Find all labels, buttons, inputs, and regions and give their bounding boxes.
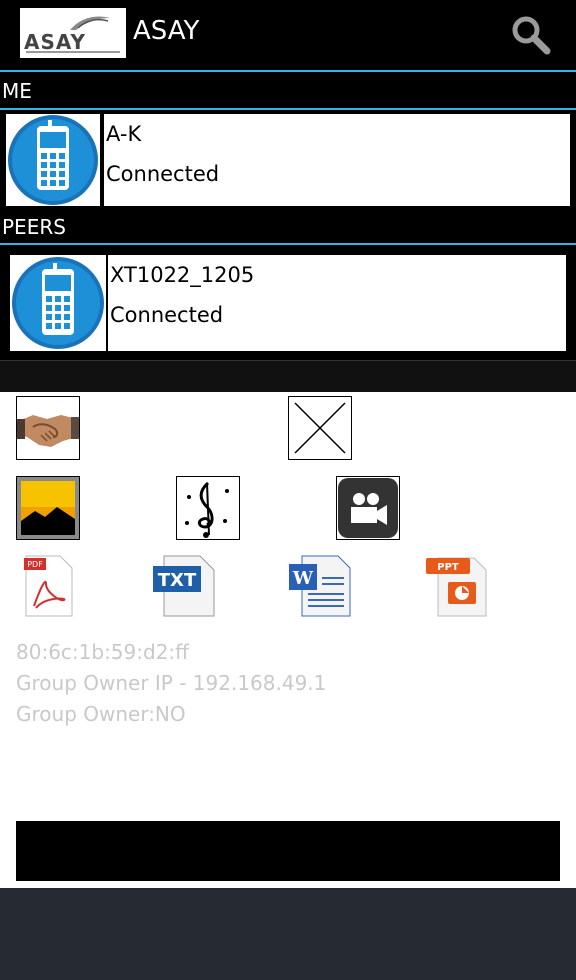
- svg-text:PDF: PDF: [27, 560, 43, 569]
- section-header-peers: PEERS: [0, 210, 576, 244]
- system-nav-bar: [0, 888, 576, 980]
- svg-text:TXT: TXT: [158, 570, 197, 591]
- video-share-button[interactable]: [336, 476, 400, 540]
- device-status: Connected: [110, 303, 224, 327]
- ppt-share-button[interactable]: PPT: [424, 554, 488, 618]
- disconnect-button[interactable]: [288, 396, 352, 460]
- peer-device-icon-box: [10, 255, 106, 351]
- device-name: A-K: [106, 122, 142, 146]
- section-header-me: ME: [0, 74, 576, 108]
- connect-button[interactable]: [16, 396, 80, 460]
- video-camera-icon: [338, 478, 398, 538]
- txt-share-button[interactable]: TXT: [152, 554, 216, 618]
- powerpoint-icon: PPT: [426, 557, 487, 617]
- section-divider: [0, 70, 576, 72]
- device-status: Connected: [106, 162, 220, 186]
- search-button[interactable]: [506, 10, 556, 60]
- pdf-icon: PDF: [24, 555, 73, 617]
- group-owner-ip: Group Owner IP - 192.168.49.1: [16, 671, 327, 695]
- music-share-button[interactable]: [176, 476, 240, 540]
- svg-text:PPT: PPT: [437, 562, 459, 573]
- handshake-icon: [17, 397, 79, 459]
- close-icon: [294, 402, 346, 454]
- separator-band: [0, 360, 576, 392]
- phone-icon: [8, 115, 98, 205]
- svg-text:W: W: [292, 568, 314, 589]
- app-title: ASAY: [133, 16, 200, 46]
- me-device-row[interactable]: A-K Connected: [0, 110, 576, 210]
- peer-device-row[interactable]: XT1022_1205 Connected: [0, 245, 576, 355]
- pdf-share-button[interactable]: PDF: [16, 554, 80, 618]
- phone-icon: [12, 257, 104, 349]
- mac-address: 80:6c:1b:59:d2:ff: [16, 640, 189, 664]
- group-owner-status: Group Owner:NO: [16, 702, 186, 726]
- txt-icon: TXT: [153, 555, 215, 617]
- app-logo: ASAY: [20, 8, 126, 58]
- image-icon: [17, 477, 79, 539]
- device-name: XT1022_1205: [110, 263, 255, 287]
- word-document-icon: W: [289, 555, 351, 617]
- me-device-info: A-K Connected: [104, 114, 570, 206]
- status-bar: [16, 821, 560, 881]
- action-bar: ASAY ASAY: [0, 0, 576, 70]
- image-share-button[interactable]: [16, 476, 80, 540]
- word-share-button[interactable]: W: [288, 554, 352, 618]
- logo-underline: [26, 51, 120, 53]
- search-icon: [512, 16, 551, 55]
- me-device-icon-box: [6, 114, 100, 206]
- action-panel: PDF TXT W PPT 80:6c:1b:59:d2:ff Group Ow…: [0, 392, 576, 888]
- music-note-icon: [177, 477, 239, 539]
- peer-device-info: XT1022_1205 Connected: [108, 255, 566, 351]
